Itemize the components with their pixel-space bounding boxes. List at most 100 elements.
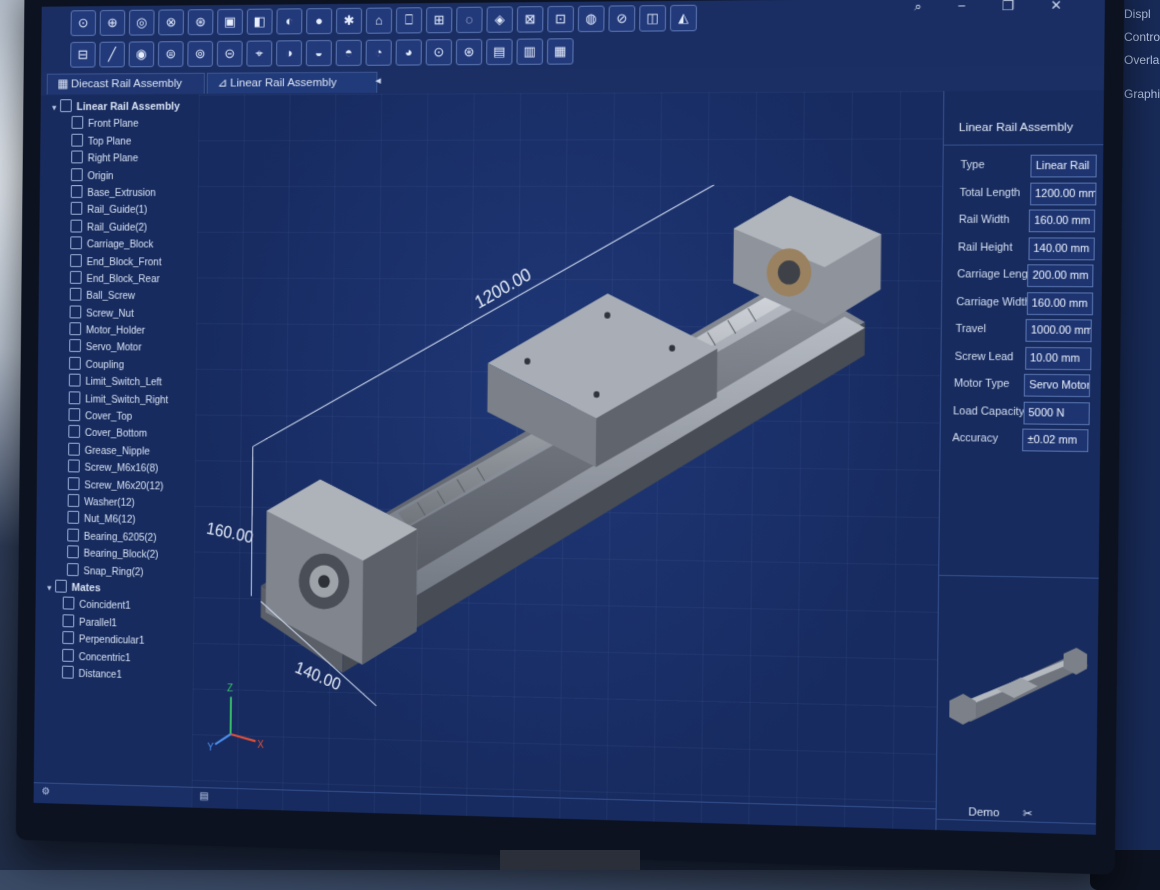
r1-tool-icon-15[interactable]: ◈ — [486, 6, 513, 32]
view-icon[interactable]: ▤ — [199, 791, 208, 802]
tree-item[interactable]: End_Block_Rear — [39, 271, 197, 289]
r2-tool-icon-10[interactable]: ◓ — [336, 40, 362, 66]
tab-linear-rail-assembly[interactable]: ⊿ Linear Rail Assembly — [207, 72, 378, 94]
r1-tool-icon-13[interactable]: ⊞ — [426, 7, 452, 33]
r2-tool-icon-2[interactable]: ╱ — [99, 42, 125, 68]
property-row: Rail Height140.00 mm — [952, 237, 1099, 260]
tree-root[interactable]: ▾ Linear Rail Assembly — [41, 99, 199, 117]
r1-tool-icon-8[interactable]: ◐ — [276, 8, 302, 34]
r2-tool-icon-7[interactable]: ⌖ — [246, 40, 272, 66]
property-value-field[interactable]: 10.00 mm — [1025, 346, 1091, 369]
r1-tool-icon-11[interactable]: ⌂ — [366, 7, 392, 33]
tree-item-label: Front Plane — [88, 119, 138, 130]
tree-item[interactable]: Base_Extrusion — [40, 185, 198, 202]
property-value-field[interactable]: 5000 N — [1023, 401, 1089, 424]
minimize-icon[interactable]: − — [958, 0, 966, 15]
tree-item[interactable]: Rail_Guide(1) — [40, 202, 198, 219]
assembly-icon — [55, 580, 67, 593]
expand-icon[interactable]: ▾ — [47, 579, 55, 596]
r1-tool-icon-10[interactable]: ✱ — [336, 8, 362, 34]
tree-item[interactable]: Screw_Nut — [39, 305, 197, 323]
tree-item[interactable]: Motor_Holder — [38, 322, 196, 340]
settings-icon[interactable]: ⚙ — [41, 786, 50, 797]
thumbnail-preview — [944, 637, 1090, 733]
r1-tool-icon-17[interactable]: ⊡ — [547, 6, 574, 33]
r1-tool-icon-12[interactable]: ⎕ — [396, 7, 422, 33]
tree-item[interactable]: Origin — [40, 168, 198, 185]
property-value-field[interactable]: 140.00 mm — [1028, 237, 1094, 260]
property-value-field[interactable]: 160.00 mm — [1026, 292, 1092, 315]
tree-item-label: Perpendicular1 — [79, 635, 145, 647]
property-value-field[interactable]: 1200.00 mm — [1030, 182, 1096, 205]
property-value-field[interactable]: ±0.02 mm — [1022, 429, 1088, 453]
tree-item[interactable]: Cover_Top — [37, 408, 195, 427]
axis-triad: Z X Y — [207, 683, 264, 756]
tab-overflow-icon[interactable]: ◂ — [375, 74, 381, 87]
r1-tool-icon-4[interactable]: ⊗ — [158, 9, 184, 35]
r2-tool-icon-1[interactable]: ⊟ — [70, 42, 96, 68]
r2-tool-icon-8[interactable]: ◑ — [276, 40, 302, 66]
feature-icon — [68, 477, 80, 490]
r1-tool-icon-1[interactable]: ⊙ — [71, 10, 97, 36]
r2-tool-icon-9[interactable]: ◒ — [306, 40, 332, 66]
close-icon[interactable]: ✕ — [1050, 0, 1062, 14]
tree-item[interactable]: End_Block_Front — [39, 254, 197, 272]
tree-item[interactable]: Limit_Switch_Left — [38, 374, 196, 393]
tree-item[interactable]: Servo_Motor — [38, 339, 196, 357]
r2-tool-icon-17[interactable]: ▦ — [547, 38, 574, 64]
pin-icon: ⊿ — [218, 78, 231, 90]
tree-item[interactable]: Grease_Nipple — [37, 442, 195, 461]
r2-tool-icon-4[interactable]: ⊜ — [158, 41, 184, 67]
property-value-field[interactable]: Servo Motor — [1024, 374, 1090, 397]
tree-mate-item[interactable]: Distance1 — [35, 665, 193, 686]
r1-tool-icon-21[interactable]: ◭ — [670, 5, 697, 32]
r2-tool-icon-16[interactable]: ▥ — [516, 38, 543, 64]
tree-item-label: Linear Rail Assembly — [77, 101, 180, 113]
r1-tool-icon-5[interactable]: ⊛ — [188, 9, 214, 35]
tools-icon[interactable]: ✂ — [1023, 808, 1033, 821]
tree-item[interactable]: Front Plane — [40, 116, 198, 134]
tree-item[interactable]: Ball_Screw — [39, 288, 197, 306]
tab-diecast-rail-assembly[interactable]: ▦ Diecast Rail Assembly — [47, 73, 205, 95]
property-value-field[interactable]: 160.00 mm — [1029, 210, 1095, 233]
feature-icon — [70, 219, 82, 232]
r1-tool-icon-16[interactable]: ⊠ — [517, 6, 544, 32]
restore-icon[interactable]: ❐ — [1002, 0, 1015, 14]
r1-tool-icon-6[interactable]: ▣ — [217, 9, 243, 35]
tree-item[interactable]: Limit_Switch_Right — [38, 391, 196, 410]
r2-tool-icon-12[interactable]: ◕ — [396, 39, 422, 65]
r2-tool-icon-3[interactable]: ◉ — [129, 41, 155, 67]
property-label: Rail Width — [959, 214, 1010, 226]
r1-tool-icon-18[interactable]: ◍ — [578, 6, 605, 33]
property-value-field[interactable]: 1000.00 mm — [1025, 319, 1091, 342]
r2-tool-icon-14[interactable]: ⊛ — [456, 39, 483, 65]
r1-tool-icon-9[interactable]: ● — [306, 8, 332, 34]
3d-viewport[interactable]: 1200.00 160.00 140.00 Z X Y ▤ — [191, 91, 944, 830]
r2-tool-icon-13[interactable]: ⊙ — [426, 39, 452, 65]
property-label: Travel — [955, 323, 986, 336]
property-value-field[interactable]: 200.00 mm — [1027, 264, 1093, 287]
r1-tool-icon-19[interactable]: ⊘ — [608, 5, 635, 32]
tree-item[interactable]: Right Plane — [40, 150, 198, 167]
r1-tool-icon-7[interactable]: ◧ — [247, 9, 273, 35]
property-label: Load Capacity — [953, 405, 1024, 418]
dimension-length: 1200.00 — [471, 263, 534, 313]
search-icon[interactable]: ⌕ — [914, 0, 922, 15]
r2-tool-icon-11[interactable]: ◔ — [366, 40, 392, 66]
tree-item[interactable]: Screw_M6x16(8) — [37, 459, 195, 478]
feature-icon — [71, 185, 83, 198]
tree-item[interactable]: Rail_Guide(2) — [39, 219, 197, 236]
property-value-field[interactable]: Linear Rail — [1030, 155, 1096, 178]
r2-tool-icon-15[interactable]: ▤ — [486, 39, 513, 65]
r1-tool-icon-14[interactable]: ◌ — [456, 7, 483, 33]
r2-tool-icon-5[interactable]: ⊚ — [187, 41, 213, 67]
r1-tool-icon-3[interactable]: ◎ — [129, 10, 155, 36]
expand-icon[interactable]: ▾ — [52, 99, 60, 116]
r2-tool-icon-6[interactable]: ⊝ — [217, 41, 243, 67]
r1-tool-icon-20[interactable]: ◫ — [639, 5, 666, 32]
tree-item[interactable]: Top Plane — [40, 133, 198, 151]
tree-item[interactable]: Carriage_Block — [39, 236, 197, 254]
r1-tool-icon-2[interactable]: ⊕ — [100, 10, 126, 36]
tree-item[interactable]: Cover_Bottom — [37, 425, 195, 444]
tree-item[interactable]: Coupling — [38, 356, 196, 375]
